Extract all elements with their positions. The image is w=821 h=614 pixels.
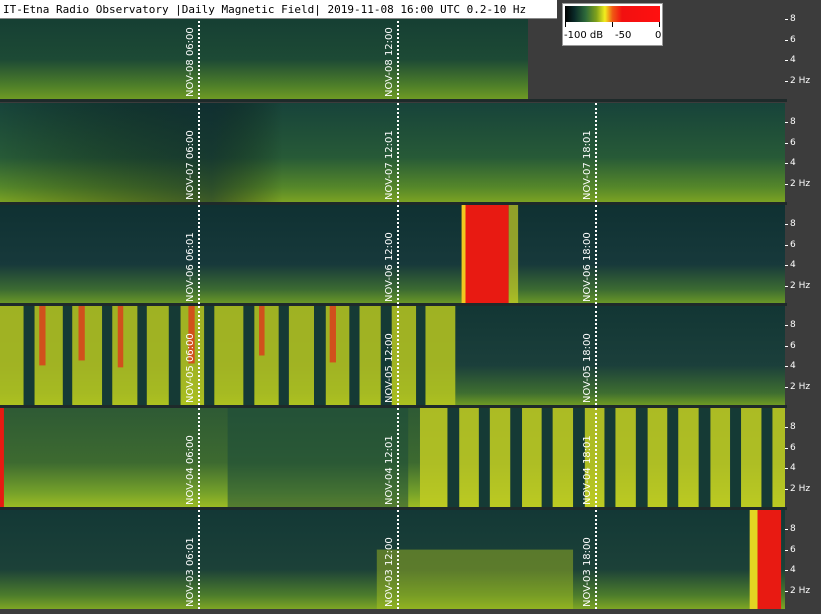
time-label: NOV-05 06:00	[185, 333, 196, 403]
time-label: NOV-04 12:01	[384, 435, 395, 505]
time-gridline	[397, 205, 399, 304]
time-gridline	[198, 408, 200, 507]
time-label: NOV-07 12:01	[384, 130, 395, 200]
time-gridline	[397, 306, 399, 405]
strip-separator	[0, 99, 787, 102]
time-gridline	[595, 306, 597, 405]
time-label: NOV-06 18:00	[582, 232, 593, 302]
time-label: NOV-04 06:00	[185, 435, 196, 505]
colorbar-label-max: 0	[655, 30, 662, 41]
time-label: NOV-03 18:00	[582, 537, 593, 607]
time-label: NOV-03 06:01	[185, 537, 196, 607]
frequency-axis: 8 6 4 2 Hz	[785, 408, 821, 507]
strip-separator	[0, 507, 787, 510]
time-label: NOV-05 18:00	[582, 333, 593, 403]
time-gridline	[198, 103, 200, 202]
time-label: NOV-07 06:00	[185, 130, 196, 200]
strong-signal-band	[463, 205, 509, 304]
time-gridline	[198, 205, 200, 304]
page-title: IT-Etna Radio Observatory |Daily Magneti…	[0, 0, 557, 19]
time-gridline	[595, 510, 597, 609]
spectrogram-viewer: NOV-08 06:00 NOV-08 12:00 NOV-07 06:00 N…	[0, 0, 821, 614]
time-gridline	[397, 103, 399, 202]
time-gridline	[595, 205, 597, 304]
time-label: NOV-08 06:00	[185, 27, 196, 97]
time-label: NOV-03 12:00	[384, 537, 395, 607]
strip-separator	[0, 303, 787, 306]
frequency-axis: 8 6 4 2 Hz	[785, 205, 821, 304]
time-label: NOV-08 12:00	[384, 27, 395, 97]
time-label: NOV-05 12:00	[384, 333, 395, 403]
frequency-axis: 8 6 4 2 Hz	[785, 510, 821, 609]
time-gridline	[198, 306, 200, 405]
time-gridline	[595, 103, 597, 202]
colorbar-label-min: -100 dB	[564, 30, 604, 41]
time-label: NOV-06 06:01	[185, 232, 196, 302]
strip-separator	[0, 202, 787, 205]
time-gridline	[397, 510, 399, 609]
time-gridline	[595, 408, 597, 507]
strip-separator	[0, 405, 787, 408]
colorbar-legend: -100 dB -50 0	[562, 3, 663, 46]
colorbar-gradient	[565, 6, 660, 22]
time-gridline	[198, 510, 200, 609]
time-label: NOV-04 18:01	[582, 435, 593, 505]
frequency-axis: 8 6 4 2 Hz	[785, 306, 821, 405]
time-label: NOV-07 18:01	[582, 130, 593, 200]
time-gridline	[397, 408, 399, 507]
colorbar-label-mid: -50	[615, 30, 632, 41]
frequency-axis: 8 6 4 2 Hz	[785, 103, 821, 202]
time-label: NOV-06 12:00	[384, 232, 395, 302]
frequency-axis: 8 6 4 2 Hz	[785, 0, 821, 99]
